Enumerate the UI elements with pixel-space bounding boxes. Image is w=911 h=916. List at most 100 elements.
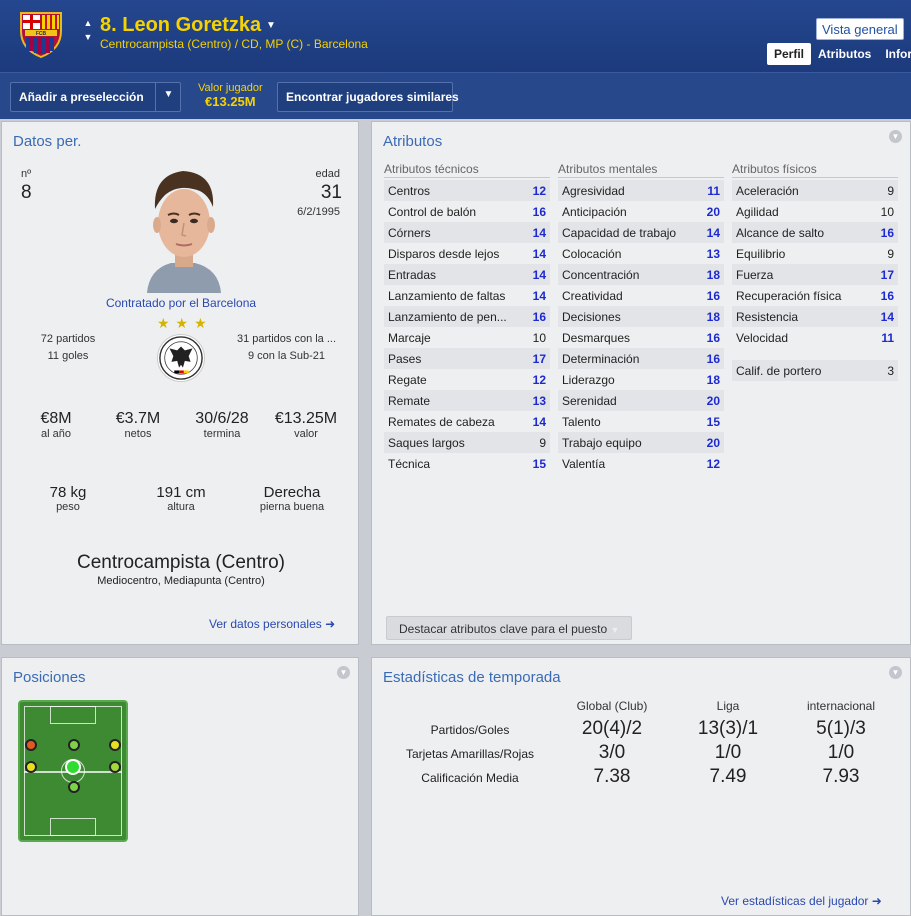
panel-collapse-icon[interactable]: ▼ [337, 666, 350, 679]
attribute-name: Resistencia [736, 309, 799, 324]
profile-tabs: Perfil Atributos Infor [767, 43, 911, 65]
attribute-name: Fuerza [736, 267, 774, 282]
view-player-stats-link[interactable]: Ver estadísticas del jugador ➜ [721, 894, 882, 908]
attribute-row[interactable]: Pases 17 [384, 348, 550, 369]
attribute-row[interactable]: Talento 15 [558, 411, 724, 432]
attribute-value: 14 [532, 267, 546, 282]
attribute-value: 14 [532, 288, 546, 303]
club-appearances: 72 partidos [40, 333, 96, 345]
attribute-value: 16 [706, 288, 720, 303]
attribute-row[interactable]: Agresividad 11 [558, 180, 724, 201]
attribute-row[interactable]: Trabajo equipo 20 [558, 432, 724, 453]
attribute-row[interactable]: Serenidad 20 [558, 390, 724, 411]
add-to-shortlist-button[interactable]: Añadir a preselección ▼ [10, 82, 181, 112]
main-position: Centrocampista (Centro) [76, 552, 286, 573]
attribute-row[interactable]: Córners 14 [384, 222, 550, 243]
attribute-row[interactable]: Disparos desde lejos 14 [384, 243, 550, 264]
attribute-name: Aceleración [736, 183, 799, 198]
attribute-value: 9 [887, 246, 894, 261]
attribute-row[interactable]: Valentía 12 [558, 453, 724, 474]
attribute-row[interactable]: Técnica 15 [384, 453, 550, 474]
preferred-foot-label: pierna buena [259, 501, 325, 513]
attribute-name: Remate [388, 393, 431, 408]
tab-atributos[interactable]: Atributos [811, 43, 878, 65]
column-league: Liga [716, 699, 740, 713]
attribute-row[interactable]: Alcance de salto 16 [732, 222, 898, 243]
panel-collapse-icon[interactable]: ▼ [889, 130, 902, 143]
attribute-row[interactable]: Recuperación física 16 [732, 285, 898, 306]
net-wage-stat: €3.7M netos [98, 410, 178, 440]
attribute-row[interactable]: Saques largos 9 [384, 432, 550, 453]
market-value-stat: €13.25M valor [266, 410, 346, 440]
attribute-row[interactable]: Velocidad 11 [732, 327, 898, 348]
attribute-value: 14 [880, 309, 894, 324]
overview-button[interactable]: Vista general [816, 18, 904, 40]
attribute-row[interactable]: Agilidad 10 [732, 201, 898, 222]
attribute-row[interactable]: Remate 13 [384, 390, 550, 411]
player-header: FCB ▲ ▼ 8. Leon Goretzka ▼ Centrocampist… [0, 0, 911, 72]
player-value-amount: €13.25M [205, 94, 256, 109]
weight-stat: 78 kg peso [18, 484, 118, 513]
attribute-row[interactable]: Fuerza 17 [732, 264, 898, 285]
attribute-row[interactable]: Aceleración 9 [732, 180, 898, 201]
attribute-name: Regate [388, 372, 427, 387]
attribute-name: Creatividad [562, 288, 623, 303]
stat-cell: 1/0 [827, 742, 855, 763]
arrow-right-icon: ➜ [325, 617, 336, 631]
attribute-value: 10 [532, 330, 546, 345]
attribute-value: 17 [532, 351, 546, 366]
attribute-row[interactable]: Resistencia 14 [732, 306, 898, 327]
attribute-row[interactable]: Entradas 14 [384, 264, 550, 285]
attribute-name: Concentración [562, 267, 640, 282]
toolbar: Añadir a preselección ▼ Valor jugador €1… [0, 72, 911, 119]
tab-perfil[interactable]: Perfil [767, 43, 812, 65]
goalkeeper-rating-value: 3 [887, 363, 894, 378]
shortlist-button-label: Añadir a preselección [19, 90, 144, 104]
column-international: internacional [806, 699, 876, 713]
shortlist-dropdown-chevron-icon[interactable]: ▼ [155, 83, 181, 111]
attribute-value: 16 [532, 309, 546, 324]
attribute-row[interactable]: Determinación 16 [558, 348, 724, 369]
tab-informe[interactable]: Infor [878, 43, 911, 65]
attribute-row[interactable]: Control de balón 16 [384, 201, 550, 222]
panel-collapse-icon[interactable]: ▼ [889, 666, 902, 679]
attribute-row[interactable]: Lanzamiento de faltas 14 [384, 285, 550, 306]
stat-row-label: Partidos/Goles [430, 723, 510, 737]
player-nav: ▲ ▼ [82, 16, 94, 44]
attribute-value: 17 [880, 267, 894, 282]
view-personal-data-link[interactable]: Ver datos personales ➜ [209, 617, 335, 631]
positions-panel: Posiciones ▼ [1, 657, 359, 916]
attribute-row[interactable]: Centros 12 [384, 180, 550, 201]
attribute-row[interactable]: Equilibrio 9 [732, 243, 898, 264]
attribute-value: 9 [539, 435, 546, 450]
club-crest-icon: FCB [20, 12, 62, 59]
goalkeeper-rating-row[interactable]: Calif. de portero 3 [732, 360, 898, 381]
next-player-arrow-icon[interactable]: ▼ [82, 30, 94, 44]
attribute-row[interactable]: Anticipación 20 [558, 201, 724, 222]
highlight-key-attributes-button[interactable]: Destacar atributos clave para el puesto … [386, 616, 633, 640]
find-similar-players-button[interactable]: Encontrar jugadores similares [277, 82, 459, 112]
secondary-positions: Mediocentro, Mediapunta (Centro) [97, 575, 265, 587]
attribute-row[interactable]: Regate 12 [384, 369, 550, 390]
attribute-row[interactable]: Marcaje 10 [384, 327, 550, 348]
season-stats-panel: Estadísticas de temporada ▼ Global (Club… [371, 657, 911, 916]
squad-number: 8 [21, 182, 32, 203]
attribute-row[interactable]: Decisiones 18 [558, 306, 724, 327]
personal-data-title: Datos per. [13, 133, 82, 150]
attribute-name: Capacidad de trabajo [562, 225, 677, 240]
attribute-row[interactable]: Creatividad 16 [558, 285, 724, 306]
attribute-value: 14 [706, 225, 720, 240]
attribute-name: Equilibrio [736, 246, 786, 261]
attribute-name: Liderazgo [562, 372, 615, 387]
attribute-row[interactable]: Liderazgo 18 [558, 369, 724, 390]
attribute-row[interactable]: Desmarques 16 [558, 327, 724, 348]
attribute-row[interactable]: Colocación 13 [558, 243, 724, 264]
attribute-row[interactable]: Lanzamiento de pen... 16 [384, 306, 550, 327]
player-menu-chevron-icon[interactable]: ▼ [266, 20, 276, 31]
attribute-row[interactable]: Remates de cabeza 14 [384, 411, 550, 432]
attribute-row[interactable]: Concentración 18 [558, 264, 724, 285]
contract-expiry-value: 30/6/28 [195, 410, 249, 427]
attribute-row[interactable]: Capacidad de trabajo 14 [558, 222, 724, 243]
preferred-foot-value: Derecha [263, 484, 321, 501]
previous-player-arrow-icon[interactable]: ▲ [82, 16, 94, 30]
